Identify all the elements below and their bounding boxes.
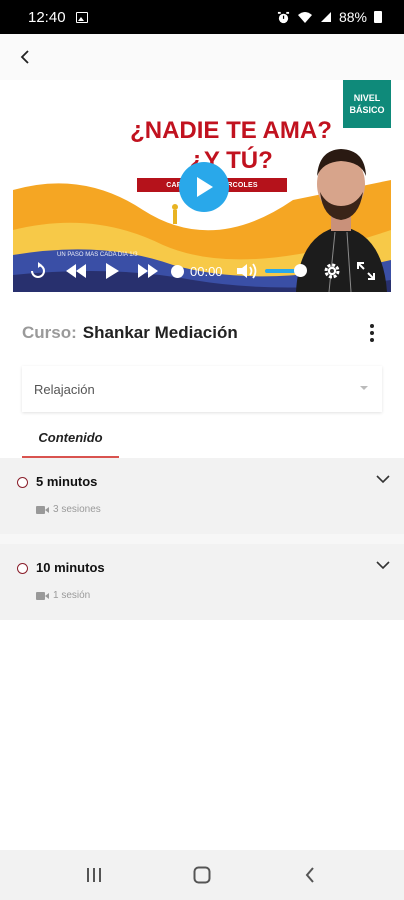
video-controls: 00:00 <box>13 250 391 292</box>
section-item[interactable]: 10 minutos 1 sesión <box>0 544 404 620</box>
forward-button[interactable] <box>137 264 159 278</box>
badge-line1: NIVEL <box>353 93 381 103</box>
video-player[interactable]: NIVEL BÁSICO ¿NADIE TE AMA? ¿Y TÚ? CAPÍT… <box>13 80 391 292</box>
chevron-down-icon[interactable] <box>376 474 390 484</box>
wifi-icon <box>297 11 312 23</box>
volume-slider[interactable] <box>264 264 307 277</box>
recents-icon <box>87 868 101 882</box>
status-time: 12:40 <box>28 8 66 26</box>
gallery-icon <box>75 11 88 23</box>
volume-knob[interactable] <box>293 264 307 277</box>
app-header <box>0 34 404 80</box>
video-title-line2: ¿Y TÚ? <box>189 147 273 174</box>
radio-icon <box>17 477 28 488</box>
fast-forward-icon <box>138 264 158 278</box>
fullscreen-button[interactable] <box>356 262 375 280</box>
alarm-icon <box>277 11 290 23</box>
volume-button[interactable] <box>236 263 259 279</box>
settings-button[interactable] <box>323 262 341 280</box>
signal-icon <box>320 12 331 22</box>
recents-button[interactable] <box>74 855 114 895</box>
system-back-button[interactable] <box>290 855 330 895</box>
play-icon <box>197 177 213 197</box>
status-left: 12:40 <box>28 9 88 26</box>
rewind-icon <box>66 264 86 278</box>
play-small-icon <box>106 263 119 279</box>
gear-icon <box>324 263 340 279</box>
battery-percent: 88% <box>338 9 367 25</box>
rewind-button[interactable] <box>65 264 87 278</box>
fullscreen-icon <box>356 262 375 280</box>
more-options-button[interactable] <box>362 322 382 344</box>
chevron-left-icon <box>20 50 29 64</box>
progress-knob[interactable] <box>171 264 184 278</box>
video-time: 00:00 <box>190 263 223 279</box>
section-sessions-text: 1 sesión <box>53 590 91 601</box>
section-sessions: 3 sesiones <box>36 504 101 515</box>
course-header: Curso: Shankar Mediación <box>22 318 392 348</box>
radio-icon <box>17 563 28 574</box>
chevron-down-icon[interactable] <box>376 560 390 570</box>
status-bar: 12:40 88% <box>0 0 404 34</box>
replay-icon <box>31 262 45 278</box>
module-select[interactable]: Relajación <box>22 366 382 412</box>
caret-down-icon <box>360 386 368 390</box>
module-select-value: Relajación <box>34 381 95 397</box>
home-button[interactable] <box>182 855 222 895</box>
back-arrow-icon <box>305 867 314 883</box>
video-title: ¿NADIE TE AMA? ¿Y TÚ? <box>111 116 351 176</box>
video-camera-icon <box>36 591 49 600</box>
video-title-line1: ¿NADIE TE AMA? <box>130 117 332 144</box>
more-vertical-icon <box>370 324 374 328</box>
section-title: 10 minutos <box>36 560 105 575</box>
section-sessions-text: 3 sesiones <box>53 504 101 515</box>
home-icon <box>193 866 211 884</box>
badge-line2: BÁSICO <box>349 105 385 115</box>
course-label: Curso: <box>22 323 77 342</box>
volume-icon <box>236 263 256 279</box>
play-overlay-button[interactable] <box>179 162 229 212</box>
system-nav-bar <box>0 850 404 900</box>
video-camera-icon <box>36 505 49 514</box>
back-button[interactable] <box>14 46 36 68</box>
replay-button[interactable] <box>27 262 49 280</box>
course-name: Shankar Mediación <box>82 323 238 342</box>
section-item[interactable]: 5 minutos 3 sesiones <box>0 458 404 534</box>
section-sessions: 1 sesión <box>36 590 90 601</box>
status-right: 88% <box>277 9 382 25</box>
section-title: 5 minutos <box>36 474 98 489</box>
sections-list: 5 minutos 3 sesiones 10 minutos 1 sesión <box>0 458 404 620</box>
play-button[interactable] <box>101 263 123 279</box>
tab-contenido[interactable]: Contenido <box>22 418 119 458</box>
battery-icon <box>374 11 382 23</box>
tab-bar: Contenido <box>22 418 382 458</box>
